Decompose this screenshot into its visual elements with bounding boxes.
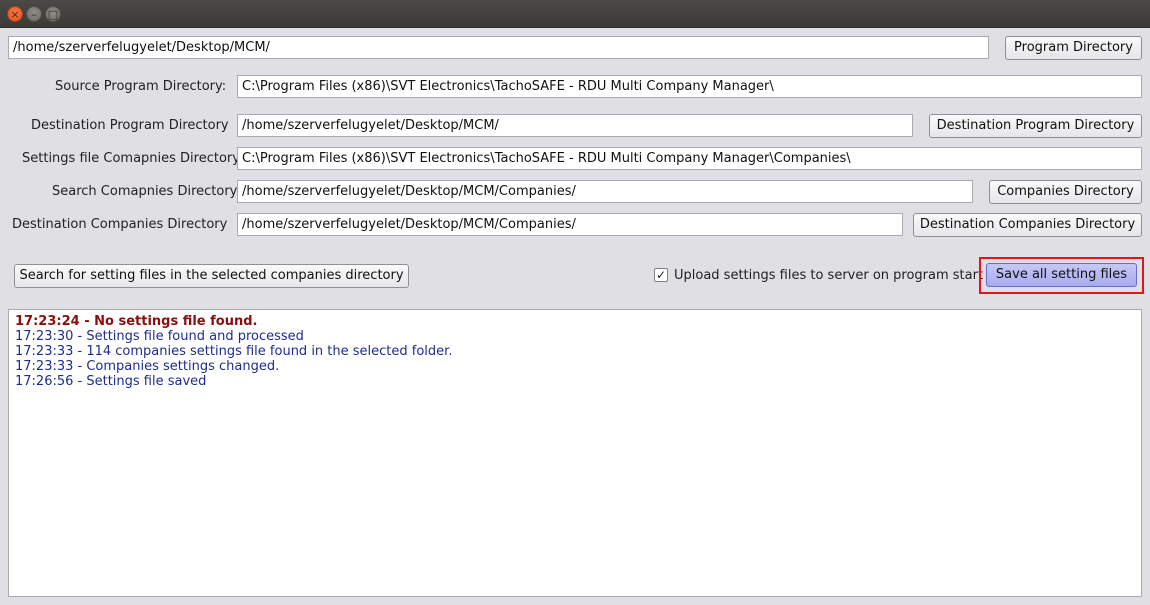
log-line: 17:23:30 - Settings file found and proce… <box>15 329 304 344</box>
log-line: 17:23:33 - 114 companies settings file f… <box>15 344 453 359</box>
source-program-directory-label: Source Program Directory: <box>55 79 227 94</box>
settings-companies-directory-field[interactable]: C:\Program Files (x86)\SVT Electronics\T… <box>237 147 1142 170</box>
program-directory-button[interactable]: Program Directory <box>1005 36 1142 60</box>
close-window-icon[interactable]: × <box>7 6 23 22</box>
search-companies-directory-field[interactable]: /home/szerverfelugyelet/Desktop/MCM/Comp… <box>237 180 973 203</box>
window-titlebar: × – □ <box>0 0 1150 28</box>
companies-directory-button[interactable]: Companies Directory <box>989 180 1142 204</box>
destination-program-directory-button[interactable]: Destination Program Directory <box>929 114 1142 138</box>
minimize-window-icon[interactable]: – <box>26 6 42 22</box>
log-panel[interactable]: 17:23:24 - No settings file found. 17:23… <box>8 309 1142 597</box>
save-all-setting-files-button[interactable]: Save all setting files <box>986 263 1137 287</box>
log-line: 17:26:56 - Settings file saved <box>15 374 207 389</box>
log-line: 17:23:24 - No settings file found. <box>15 314 258 329</box>
maximize-window-icon[interactable]: □ <box>45 6 61 22</box>
destination-companies-directory-button[interactable]: Destination Companies Directory <box>913 213 1142 237</box>
log-line: 17:23:33 - Companies settings changed. <box>15 359 280 374</box>
destination-program-directory-label: Destination Program Directory <box>31 118 229 133</box>
search-companies-directory-label: Search Comapnies Directory <box>52 184 238 199</box>
settings-companies-directory-label: Settings file Comapnies Directory <box>22 151 240 166</box>
upload-on-start-checkbox[interactable]: ✓ <box>654 268 668 282</box>
source-program-directory-field[interactable]: C:\Program Files (x86)\SVT Electronics\T… <box>237 75 1142 98</box>
upload-on-start-label: Upload settings files to server on progr… <box>674 268 984 283</box>
search-setting-files-button[interactable]: Search for setting files in the selected… <box>14 264 409 288</box>
program-directory-field[interactable]: /home/szerverfelugyelet/Desktop/MCM/ <box>8 36 989 59</box>
destination-program-directory-field[interactable]: /home/szerverfelugyelet/Desktop/MCM/ <box>237 114 913 137</box>
destination-companies-directory-label: Destination Companies Directory <box>12 217 228 232</box>
destination-companies-directory-field[interactable]: /home/szerverfelugyelet/Desktop/MCM/Comp… <box>237 213 903 236</box>
